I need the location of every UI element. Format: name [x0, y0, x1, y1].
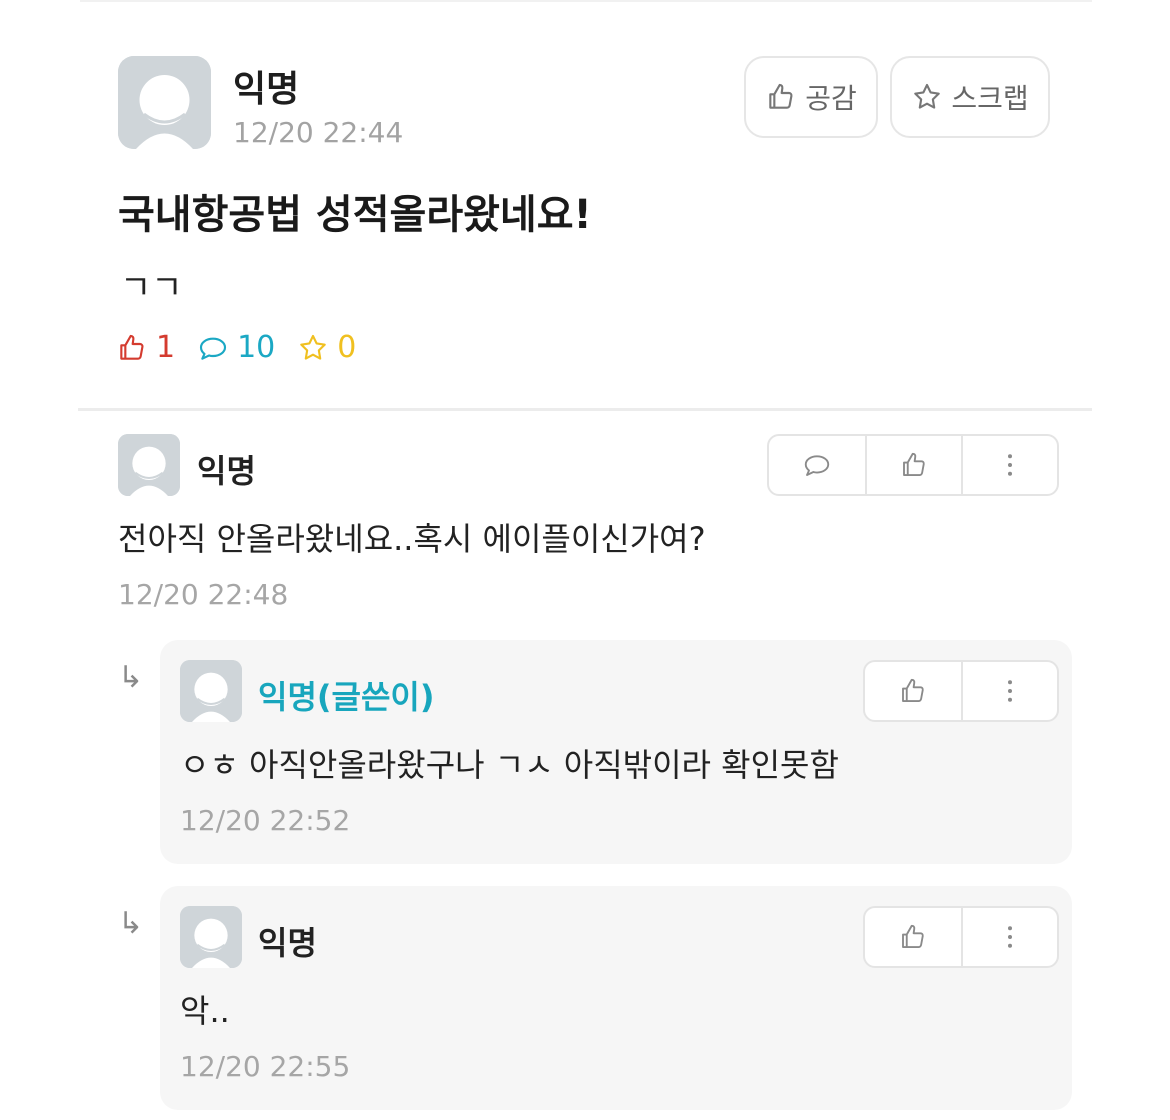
- scrap-button[interactable]: 스크랩: [890, 56, 1050, 138]
- thumbs-up-icon: [903, 452, 925, 476]
- reply-timestamp: 12/20 22:55: [180, 1050, 351, 1083]
- avatar-icon: [180, 660, 242, 722]
- comment-text: 전아직 안올라왔네요..혹시 에이플이신가여?: [118, 520, 706, 558]
- speech-bubble-icon: [200, 337, 227, 360]
- reply-author: 익명: [258, 924, 317, 962]
- avatar-icon: [118, 56, 211, 149]
- scrap-button-label: 스크랩: [951, 82, 1029, 115]
- reply-more-options-button[interactable]: [961, 908, 1057, 966]
- reply-text: ㅇㅎ 아직안올라왔구나 ㄱㅅ 아직밖이라 확인못함: [180, 746, 839, 784]
- reply-actions: [863, 660, 1059, 722]
- reply-author-writer: 익명(글쓴이): [258, 678, 435, 716]
- thumbs-up-icon: [769, 83, 793, 109]
- scrap-count: 0: [297, 330, 356, 365]
- reply-text: 악..: [180, 992, 230, 1030]
- star-icon: [914, 83, 941, 109]
- comment-like-button[interactable]: [865, 436, 961, 494]
- more-vertical-icon: [1008, 680, 1012, 702]
- post-author-avatar: [118, 56, 211, 149]
- reply-more-options-button[interactable]: [961, 662, 1057, 720]
- scrap-count-value: 0: [337, 330, 357, 365]
- like-count-value: 1: [156, 330, 176, 365]
- more-options-button[interactable]: [961, 436, 1057, 494]
- post-stats: 1 10 0: [116, 330, 378, 365]
- star-icon: [300, 334, 327, 360]
- like-button[interactable]: 공감: [744, 56, 878, 138]
- reply-arrow-icon: ↳: [118, 660, 144, 695]
- reply-actions: [863, 906, 1059, 968]
- avatar-icon: [180, 906, 242, 968]
- reply-avatar: [180, 660, 242, 722]
- comment-author: 익명: [197, 452, 256, 490]
- comment-actions: [767, 434, 1059, 496]
- thumbs-up-icon: [120, 334, 144, 360]
- reply-timestamp: 12/20 22:52: [180, 804, 351, 837]
- post-timestamp: 12/20 22:44: [233, 116, 404, 149]
- top-divider: [80, 0, 1092, 2]
- like-button-label: 공감: [805, 82, 857, 115]
- avatar-icon: [118, 434, 180, 496]
- comment-count-value: 10: [237, 330, 276, 365]
- article-page: 익명 12/20 22:44 공감 스크랩 국내항공법 성적올라왔네요! ㄱㄱ …: [0, 0, 1170, 1120]
- more-vertical-icon: [1008, 926, 1012, 948]
- reply-button[interactable]: [769, 436, 865, 494]
- comment-timestamp: 12/20 22:48: [118, 578, 289, 611]
- reply-like-button[interactable]: [865, 662, 961, 720]
- speech-bubble-icon: [804, 455, 830, 476]
- reply-arrow-icon: ↳: [118, 906, 144, 941]
- post-title: 국내항공법 성적올라왔네요!: [118, 192, 592, 238]
- comment-avatar: [118, 434, 180, 496]
- reply-like-button[interactable]: [865, 908, 961, 966]
- post-comment-divider: [78, 408, 1092, 411]
- post-author-name: 익명: [233, 69, 300, 110]
- like-count: 1: [116, 330, 175, 365]
- thumbs-up-icon: [902, 678, 924, 702]
- more-vertical-icon: [1008, 454, 1012, 476]
- post-body: ㄱㄱ: [120, 268, 183, 308]
- reply-avatar: [180, 906, 242, 968]
- thumbs-up-icon: [902, 924, 924, 948]
- comment-count: 10: [197, 330, 275, 365]
